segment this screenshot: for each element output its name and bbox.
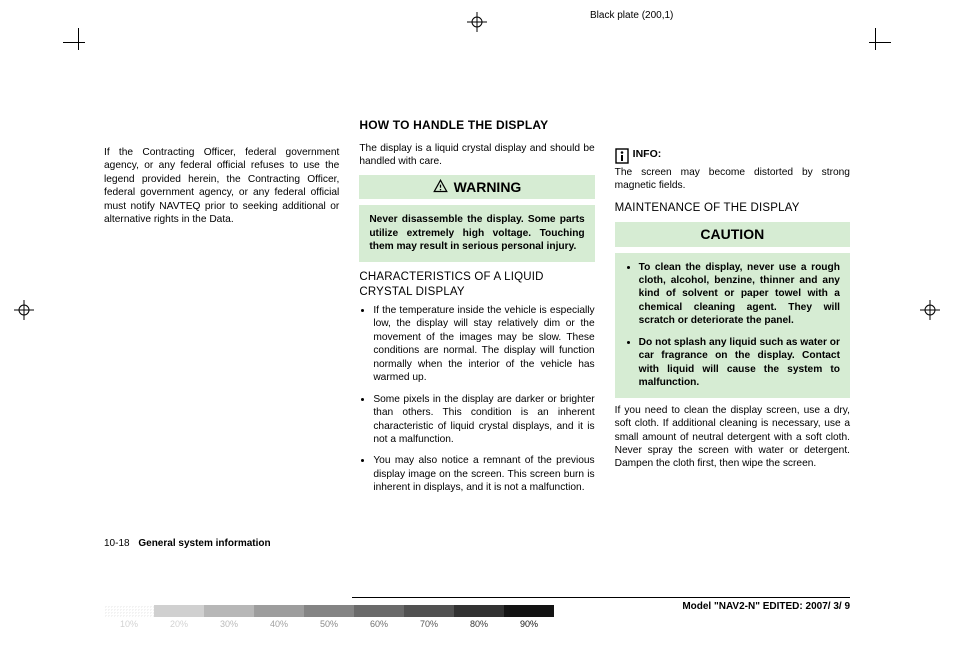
registration-mark-top — [467, 12, 487, 32]
crop-mark — [869, 42, 891, 43]
swatch: 10% — [104, 605, 154, 617]
footer-right: Model "NAV2-N" EDITED: 2007/ 3/ 9 — [682, 601, 850, 612]
subsection-heading: CHARACTERISTICS OF A LIQUID CRYSTAL DISP… — [359, 270, 594, 300]
col2-intro: The display is a liquid crystal display … — [359, 142, 594, 169]
list-item: To clean the display, never use a rough … — [639, 261, 840, 328]
swatch-label: 20% — [170, 619, 188, 629]
crop-mark — [875, 28, 876, 50]
density-wedge: 10% 20% 30% 40% 50% 60% 70% 80% 90% — [104, 605, 554, 623]
column-1: If the Contracting Officer, federal gove… — [104, 146, 339, 516]
swatch-label: 10% — [120, 619, 138, 629]
warning-text: Never disassemble the display. Some part… — [369, 214, 584, 252]
characteristics-list: If the temperature inside the vehicle is… — [359, 304, 594, 495]
content-columns: If the Contracting Officer, federal gove… — [104, 146, 850, 516]
plate-label: Black plate (200,1) — [590, 10, 673, 21]
list-item: You may also notice a remnant of the pre… — [373, 454, 594, 494]
swatch: 20% — [154, 605, 204, 617]
swatch-label: 40% — [270, 619, 288, 629]
swatch: 80% — [454, 605, 504, 617]
swatch: 90% — [504, 605, 554, 617]
swatch: 30% — [204, 605, 254, 617]
manual-page: Black plate (200,1) If the Contracting O… — [0, 0, 954, 660]
swatch: 60% — [354, 605, 404, 617]
swatch-label: 50% — [320, 619, 338, 629]
column-2: HOW TO HANDLE THE DISPLAY The display is… — [359, 118, 594, 516]
info-icon — [615, 148, 629, 164]
info-text: The screen may become distorted by stron… — [615, 166, 850, 193]
swatch-label: 30% — [220, 619, 238, 629]
warning-triangle-icon — [433, 179, 448, 194]
warning-body: Never disassemble the display. Some part… — [359, 205, 594, 261]
swatch: 50% — [304, 605, 354, 617]
caution-heading: CAUTION — [615, 222, 850, 246]
page-number: 10-18 — [104, 538, 130, 549]
section-heading: HOW TO HANDLE THE DISPLAY — [359, 118, 594, 134]
swatch-label: 60% — [370, 619, 388, 629]
crop-mark — [63, 42, 85, 43]
footer-left: 10-18 General system information — [104, 538, 271, 549]
warning-label: WARNING — [454, 178, 522, 196]
swatch-label: 90% — [520, 619, 538, 629]
crop-mark — [78, 28, 79, 50]
list-item: Do not splash any liquid such as water o… — [639, 336, 840, 390]
swatch: 70% — [404, 605, 454, 617]
section-title: General system information — [138, 538, 270, 549]
info-row: INFO: — [615, 148, 850, 164]
list-item: If the temperature inside the vehicle is… — [373, 304, 594, 385]
caution-body: To clean the display, never use a rough … — [615, 253, 850, 398]
footer-rule — [352, 597, 850, 598]
swatch-label: 80% — [470, 619, 488, 629]
caution-list: To clean the display, never use a rough … — [625, 261, 840, 390]
list-item: Some pixels in the display are darker or… — [373, 393, 594, 447]
caution-label: CAUTION — [700, 225, 764, 243]
subsection-heading: MAINTENANCE OF THE DISPLAY — [615, 201, 850, 216]
column-3: INFO: The screen may become distorted by… — [615, 146, 850, 516]
registration-mark-left — [14, 300, 34, 320]
info-label: INFO: — [633, 148, 662, 162]
col1-paragraph: If the Contracting Officer, federal gove… — [104, 146, 339, 227]
warning-heading: WARNING — [359, 175, 594, 199]
swatch: 40% — [254, 605, 304, 617]
after-caution-text: If you need to clean the display screen,… — [615, 404, 850, 471]
swatch-label: 70% — [420, 619, 438, 629]
registration-mark-right — [920, 300, 940, 320]
